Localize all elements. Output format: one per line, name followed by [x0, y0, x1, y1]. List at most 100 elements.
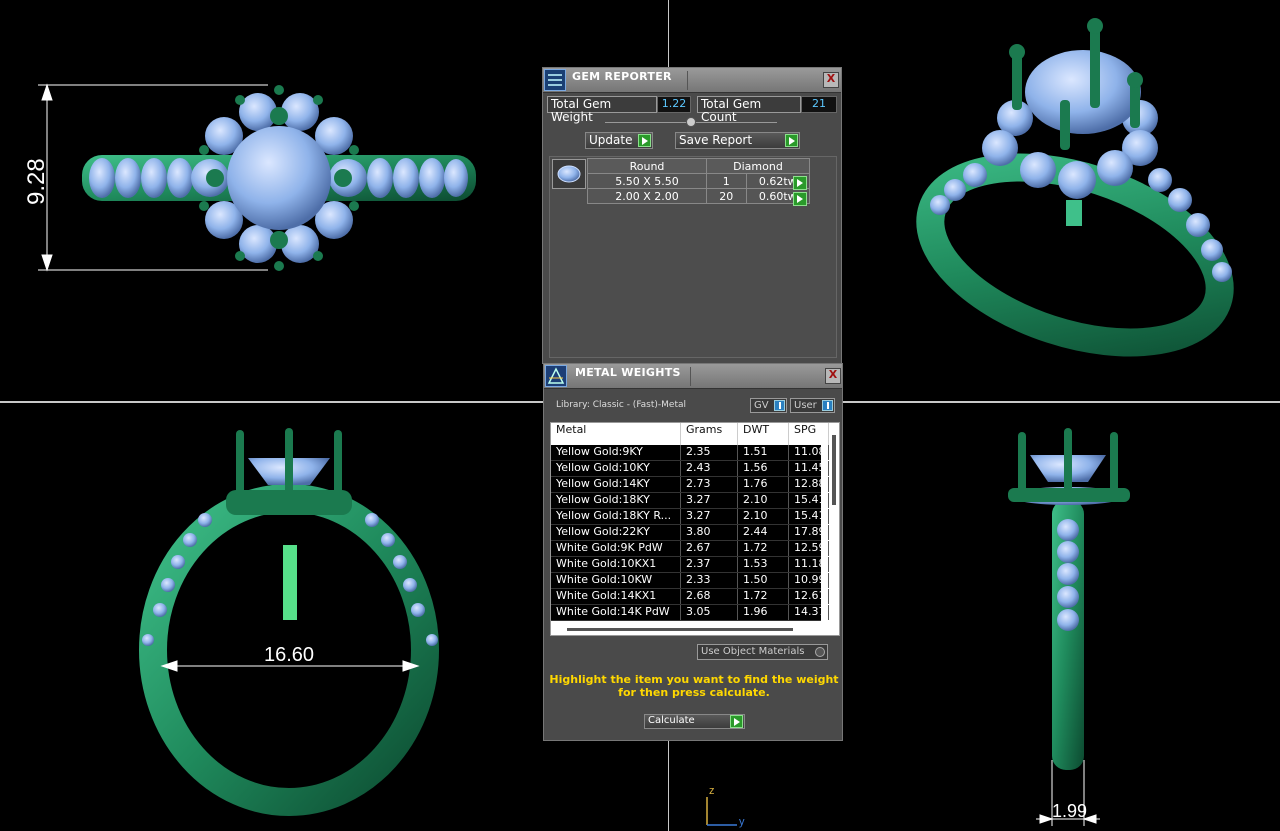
front-view-ring — [139, 428, 439, 816]
cell-metal: Yellow Gold:14KY — [551, 477, 681, 492]
gem-reporter-panel: GEM REPORTER X Total Gem Weight 1.22 Tot… — [542, 67, 842, 364]
height-dimension-label: 9.28 — [23, 158, 50, 205]
cell-grams: 3.05 — [681, 605, 738, 620]
top-view-ring — [38, 83, 476, 272]
metal-weights-title: METAL WEIGHTS — [575, 366, 681, 379]
metal-weights-icon — [545, 365, 567, 387]
cell-dwt: 1.53 — [738, 557, 789, 572]
table-row[interactable]: White Gold:14KX1 2.68 1.72 12.61 — [551, 589, 829, 605]
gem-row[interactable]: 5.50 X 5.50 1 0.62tw — [587, 173, 811, 189]
titlebar-divider — [690, 367, 691, 386]
cell-spg: 12.61 — [789, 589, 829, 604]
cell-dwt: 1.96 — [738, 605, 789, 620]
cell-spg: 14.37 — [789, 605, 829, 620]
use-object-materials-toggle[interactable]: Use Object Materials — [697, 644, 828, 660]
radio-icon — [815, 647, 825, 657]
column-header-dwt[interactable]: DWT — [738, 423, 789, 445]
gem-count: 20 — [706, 188, 747, 204]
table-row[interactable]: Yellow Gold:10KY 2.43 1.56 11.45 — [551, 461, 829, 477]
user-toggle[interactable]: User — [790, 398, 835, 413]
library-label: Library: Classic - (Fast)-Metal — [556, 400, 687, 410]
cell-spg: 12.88 — [789, 477, 829, 492]
total-gem-weight-value: 1.22 — [657, 96, 691, 113]
cell-metal: White Gold:14KX1 — [551, 589, 681, 604]
total-gem-count-value: 21 — [801, 96, 837, 113]
table-row[interactable]: White Gold:14K PdW 3.05 1.96 14.37 — [551, 605, 829, 621]
cell-grams: 2.73 — [681, 477, 738, 492]
gv-toggle-icon — [774, 400, 785, 411]
gv-toggle[interactable]: GV — [750, 398, 787, 413]
cell-spg: 10.99 — [789, 573, 829, 588]
hint-line-1: Highlight the item you want to find the … — [549, 673, 839, 686]
table-row[interactable]: Yellow Gold:18KY 3.27 2.10 15.41 — [551, 493, 829, 509]
gem-report-icon — [544, 69, 566, 91]
total-gem-count-label: Total Gem Count — [697, 96, 801, 124]
cell-spg: 15.41 — [789, 493, 829, 508]
cell-grams: 2.33 — [681, 573, 738, 588]
cell-grams: 2.43 — [681, 461, 738, 476]
column-header-spg[interactable]: SPG — [789, 423, 829, 445]
table-row[interactable]: White Gold:10KX1 2.37 1.53 11.18 — [551, 557, 829, 573]
side-view-ring — [1008, 428, 1130, 826]
column-header-metal[interactable]: Metal — [551, 423, 681, 445]
cell-dwt: 1.56 — [738, 461, 789, 476]
gem-reporter-titlebar[interactable]: GEM REPORTER X — [543, 68, 841, 93]
perspective-view-ring — [916, 18, 1234, 357]
gem-row-select-button[interactable] — [793, 192, 807, 206]
table-row[interactable]: Yellow Gold:14KY 2.73 1.76 12.88 — [551, 477, 829, 493]
calculate-button[interactable]: Calculate — [644, 714, 745, 729]
table-row[interactable]: Yellow Gold:9KY 2.35 1.51 11.08 — [551, 445, 829, 461]
metal-weights-titlebar[interactable]: METAL WEIGHTS X — [544, 364, 842, 389]
update-button-label: Update — [589, 133, 633, 147]
table-row[interactable]: Yellow Gold:22KY 3.80 2.44 17.89 — [551, 525, 829, 541]
gem-reporter-close-button[interactable]: X — [823, 72, 839, 88]
cell-metal: White Gold:9K PdW — [551, 541, 681, 556]
cell-spg: 11.18 — [789, 557, 829, 572]
metal-weights-close-button[interactable]: X — [825, 368, 841, 384]
gem-table: Round Diamond 5.50 X 5.50 1 0.62tw 2.00 … — [587, 158, 811, 204]
gem-size: 5.50 X 5.50 — [587, 173, 707, 189]
save-report-go-icon — [785, 134, 798, 147]
gem-row-select-button[interactable] — [793, 176, 807, 190]
axis-indicator — [706, 797, 737, 826]
update-go-icon — [638, 134, 651, 147]
gem-shape-header: Round — [587, 158, 707, 174]
metal-table-vertical-scrollbar[interactable] — [832, 435, 836, 505]
metal-table-horizontal-scrollbar[interactable] — [567, 628, 793, 631]
column-header-grams[interactable]: Grams — [681, 423, 738, 445]
table-row[interactable]: Yellow Gold:18KY R... 3.27 2.10 15.41 — [551, 509, 829, 525]
cell-dwt: 2.10 — [738, 493, 789, 508]
cell-metal: Yellow Gold:10KY — [551, 461, 681, 476]
gem-size: 2.00 X 2.00 — [587, 188, 707, 204]
update-button[interactable]: Update — [585, 132, 653, 149]
gem-count: 1 — [706, 173, 747, 189]
use-object-materials-label: Use Object Materials — [701, 646, 805, 657]
user-toggle-label: User — [794, 400, 817, 411]
save-report-button[interactable]: Save Report — [675, 132, 800, 149]
table-row[interactable]: White Gold:10KW 2.33 1.50 10.99 — [551, 573, 829, 589]
round-gem-icon[interactable] — [552, 159, 586, 189]
splitter-handle[interactable] — [686, 117, 696, 127]
metal-table-header: Metal Grams DWT SPG — [551, 423, 829, 445]
cell-dwt: 2.10 — [738, 509, 789, 524]
cell-spg: 17.89 — [789, 525, 829, 540]
cell-spg: 11.08 — [789, 445, 829, 460]
cell-grams: 3.27 — [681, 509, 738, 524]
gem-row[interactable]: 2.00 X 2.00 20 0.60tw — [587, 188, 811, 204]
cell-metal: Yellow Gold:22KY — [551, 525, 681, 540]
cell-dwt: 1.76 — [738, 477, 789, 492]
cell-dwt: 2.44 — [738, 525, 789, 540]
cell-grams: 3.27 — [681, 493, 738, 508]
cell-dwt: 1.50 — [738, 573, 789, 588]
cell-grams: 2.37 — [681, 557, 738, 572]
cell-grams: 3.80 — [681, 525, 738, 540]
metal-weights-panel: METAL WEIGHTS X Library: Classic - (Fast… — [543, 363, 843, 741]
axis-y-label: y — [739, 816, 745, 828]
band-width-dimension-label: 1.99 — [1052, 801, 1088, 821]
gem-reporter-title: GEM REPORTER — [572, 70, 672, 83]
cell-metal: Yellow Gold:18KY — [551, 493, 681, 508]
table-row[interactable]: White Gold:9K PdW 2.67 1.72 12.59 — [551, 541, 829, 557]
cell-spg: 12.59 — [789, 541, 829, 556]
cell-spg: 11.45 — [789, 461, 829, 476]
cell-spg: 15.41 — [789, 509, 829, 524]
